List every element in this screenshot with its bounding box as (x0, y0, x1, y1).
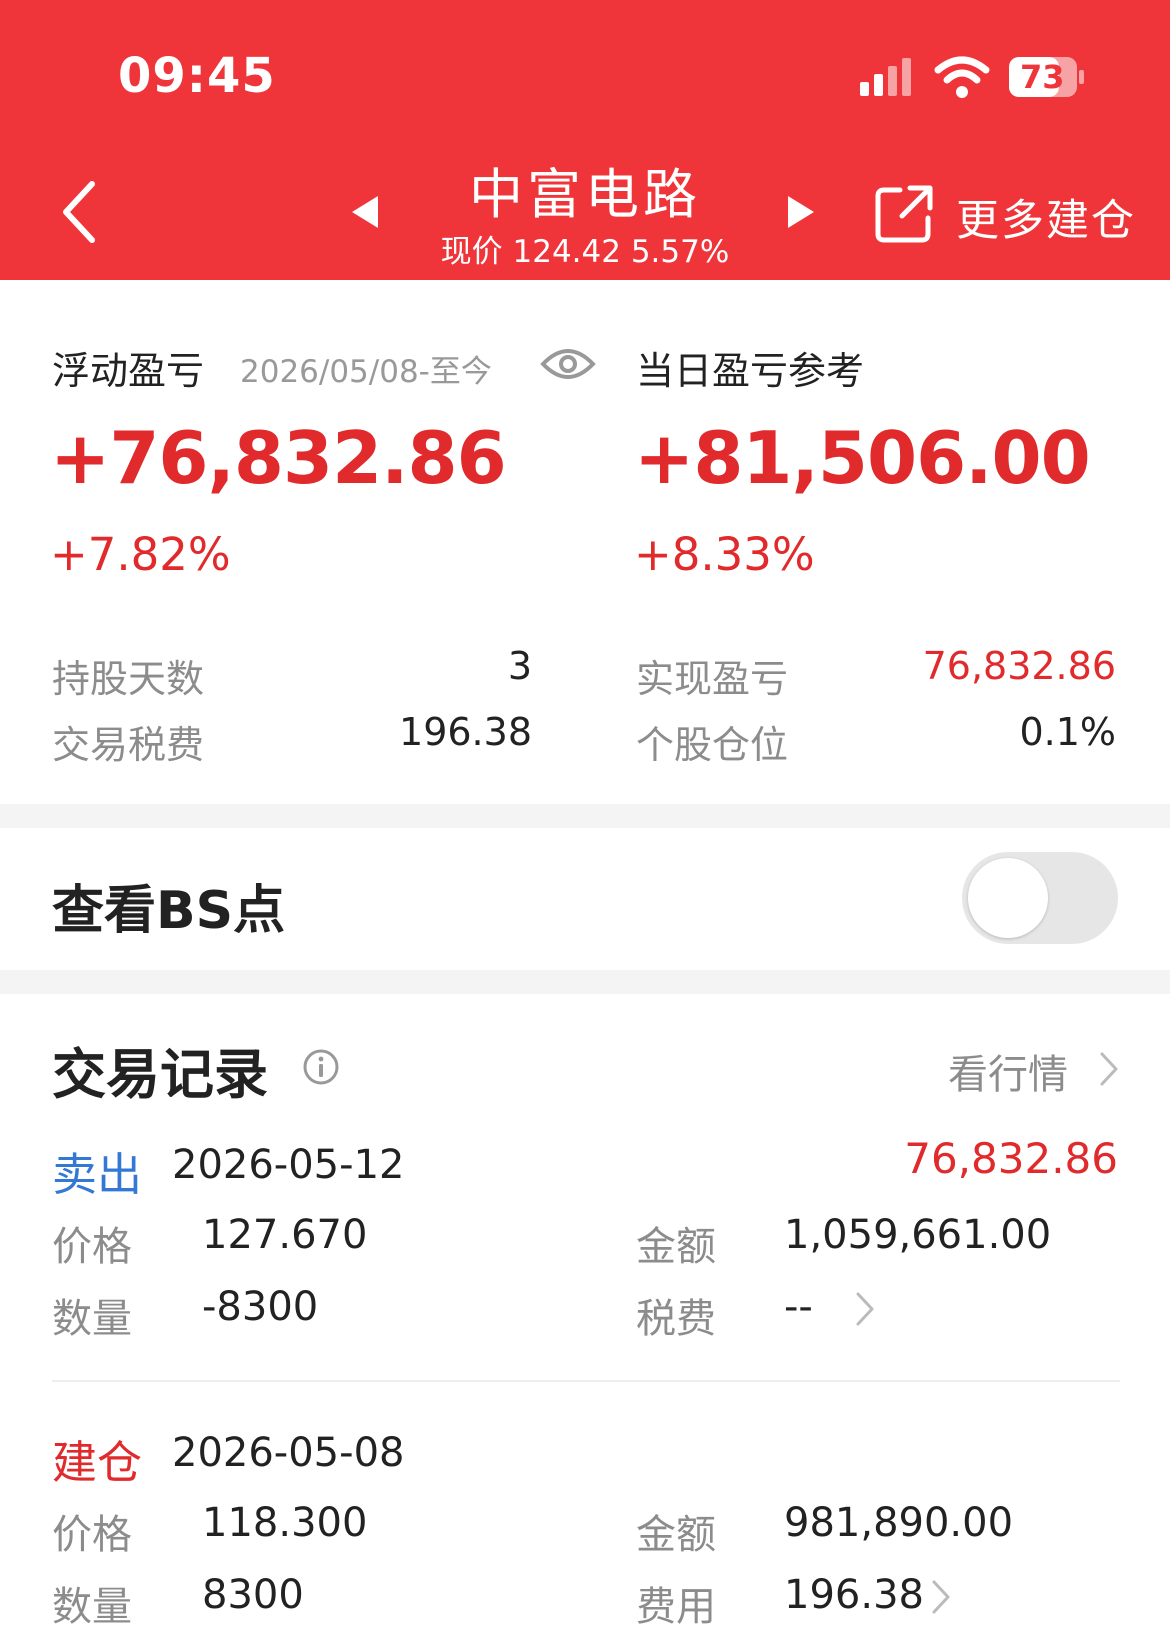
qty-value: 8300 (202, 1572, 304, 1618)
prev-stock-icon[interactable] (350, 194, 380, 230)
view-quote-link[interactable]: 看行情 (948, 1042, 1068, 1100)
battery-level: 73 (1020, 58, 1065, 96)
section-divider (0, 804, 1170, 828)
qty-label: 数量 (52, 1296, 132, 1342)
amount-label: 金额 (636, 1512, 716, 1558)
float-pnl-label: 浮动盈亏 (52, 349, 205, 393)
records-title: 交易记录 (52, 1043, 268, 1106)
record-date: 2026-05-08 (172, 1430, 405, 1476)
day-pnl-label: 当日盈亏参考 (636, 349, 865, 393)
tax-value: 196.38 (399, 710, 532, 754)
realized-pnl-label: 实现盈亏 (636, 657, 789, 701)
price-value: 118.300 (202, 1500, 368, 1546)
external-link-icon[interactable] (874, 184, 934, 244)
hold-days-value: 3 (507, 644, 532, 688)
cellular-signal-icon (860, 58, 911, 96)
wifi-icon (934, 56, 990, 98)
next-stock-icon[interactable] (786, 194, 816, 230)
tax-label: 交易税费 (52, 723, 205, 767)
record-divider (52, 1380, 1120, 1382)
position-label: 个股仓位 (636, 723, 789, 767)
current-price: 现价 124.42 5.57% (440, 234, 730, 270)
chevron-right-icon[interactable] (1098, 1050, 1120, 1088)
section-divider (0, 970, 1170, 994)
toggle-knob (968, 858, 1048, 938)
record-pnl: 76,832.86 (904, 1134, 1118, 1183)
amount-label: 金额 (636, 1224, 716, 1270)
fee-value[interactable]: 196.38 (784, 1572, 924, 1618)
record-type-sell: 卖出 (52, 1148, 143, 1201)
qty-label: 数量 (52, 1584, 132, 1630)
fee-value[interactable]: -- (784, 1284, 813, 1330)
bs-point-label: 查看BS点 (52, 881, 286, 941)
amount-value: 981,890.00 (784, 1500, 1014, 1546)
fee-label: 税费 (636, 1296, 716, 1342)
battery-indicator: 73 (1008, 56, 1086, 98)
price-label: 价格 (52, 1224, 132, 1270)
price-label: 价格 (52, 1512, 132, 1558)
back-chevron-icon[interactable] (58, 178, 102, 246)
qty-value: -8300 (202, 1284, 319, 1330)
realized-pnl-value: 76,832.86 (922, 644, 1116, 688)
stock-name: 中富电路 (469, 163, 701, 226)
status-time: 09:45 (118, 48, 276, 104)
float-pnl-value: +76,832.86 (50, 416, 507, 500)
fee-detail-chevron-icon[interactable] (930, 1578, 952, 1616)
more-build-button[interactable]: 更多建仓 (956, 186, 1136, 248)
price-value: 127.670 (202, 1212, 368, 1258)
day-pnl-value: +81,506.00 (634, 416, 1091, 500)
day-pnl-pct: +8.33% (634, 528, 815, 581)
record-type-build: 建仓 (52, 1436, 143, 1489)
info-icon[interactable] (302, 1048, 340, 1086)
float-pnl-date: 2026/05/08-至今 (240, 354, 492, 390)
fee-detail-chevron-icon[interactable] (854, 1290, 876, 1328)
amount-value: 1,059,661.00 (784, 1212, 1052, 1258)
hold-days-label: 持股天数 (52, 657, 205, 701)
eye-icon[interactable] (540, 346, 596, 382)
fee-label: 费用 (636, 1584, 716, 1630)
float-pnl-pct: +7.82% (50, 528, 231, 581)
position-value: 0.1% (1019, 710, 1116, 754)
record-date: 2026-05-12 (172, 1142, 405, 1188)
